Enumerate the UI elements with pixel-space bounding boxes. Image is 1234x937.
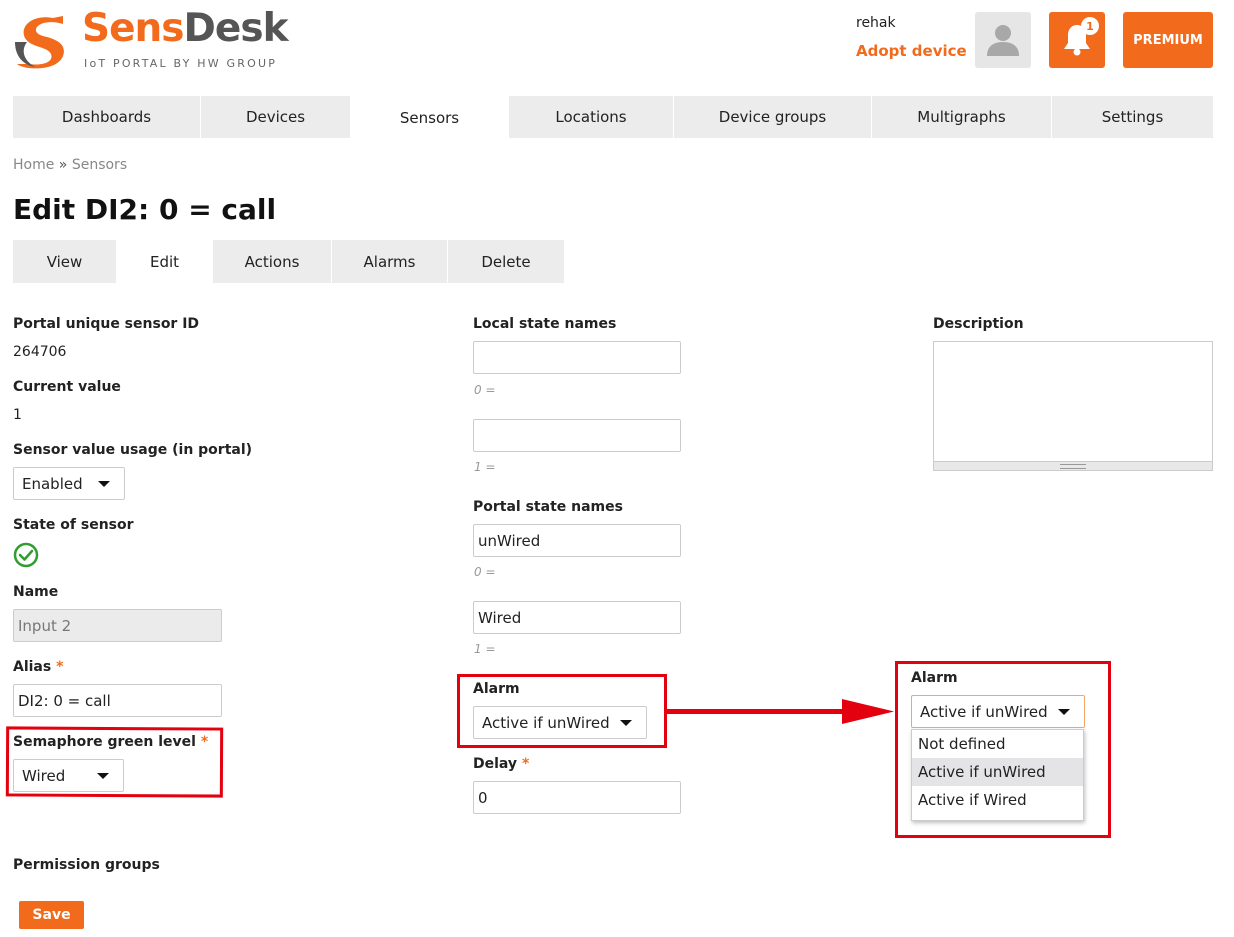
- delay-input[interactable]: 0: [473, 781, 681, 814]
- nav-item-multigraphs[interactable]: Multigraphs: [872, 96, 1052, 138]
- breadcrumb-separator: »: [58, 157, 68, 173]
- alias-input[interactable]: DI2: 0 = call: [13, 684, 222, 717]
- portal-state-1-hint: 1 =: [474, 642, 496, 656]
- main-nav: Dashboards Devices Sensors Locations Dev…: [13, 96, 1213, 138]
- annotation-arrow-icon: [666, 699, 894, 724]
- logo-text-sens: Sens: [82, 6, 185, 51]
- alarm-zoom-label: Alarm: [911, 670, 958, 686]
- local-state-0-hint: 0 =: [474, 383, 496, 397]
- local-state-0-input[interactable]: [473, 341, 681, 374]
- alias-label: Alias *: [13, 659, 63, 675]
- portal-state-0-hint: 0 =: [474, 565, 496, 579]
- name-label: Name: [13, 584, 59, 600]
- check-circle-icon: [13, 542, 39, 572]
- semaphore-select[interactable]: Wired: [13, 759, 124, 792]
- portal-state-0-input[interactable]: unWired: [473, 524, 681, 557]
- nav-item-devices[interactable]: Devices: [201, 96, 351, 138]
- alarm-select[interactable]: Active if unWired: [473, 706, 647, 739]
- breadcrumb-sensors[interactable]: Sensors: [72, 157, 127, 173]
- current-value: 1: [13, 407, 22, 423]
- required-mark: *: [521, 756, 530, 772]
- name-input[interactable]: Input 2: [13, 609, 222, 642]
- required-mark: *: [56, 659, 64, 675]
- alarm-option-active-if-wired[interactable]: Active if Wired: [912, 786, 1083, 814]
- premium-button[interactable]: PREMIUM: [1123, 12, 1213, 68]
- sensor-tabs: View Edit Actions Alarms Delete: [13, 240, 564, 283]
- usage-label: Sensor value usage (in portal): [13, 442, 253, 458]
- description-textarea[interactable]: [933, 341, 1213, 471]
- sensor-id-label: Portal unique sensor ID: [13, 316, 200, 332]
- breadcrumb-home[interactable]: Home: [13, 157, 54, 173]
- description-label: Description: [933, 316, 1024, 332]
- notification-count-badge: 1: [1081, 17, 1099, 35]
- semaphore-label: Semaphore green level *: [13, 734, 208, 750]
- alarm-select-value: Active if unWired: [482, 713, 610, 732]
- alarm-label: Alarm: [473, 681, 520, 697]
- sensor-id-value: 264706: [13, 344, 67, 360]
- portal-state-names-label: Portal state names: [473, 499, 623, 515]
- nav-item-dashboards[interactable]: Dashboards: [13, 96, 201, 138]
- resize-grip-icon[interactable]: [934, 461, 1212, 470]
- current-value-label: Current value: [13, 379, 121, 395]
- user-icon: [987, 25, 1019, 56]
- alarm-option-active-if-unwired[interactable]: Active if unWired: [912, 758, 1083, 786]
- semaphore-label-text: Semaphore green level: [13, 734, 196, 750]
- nav-item-settings[interactable]: Settings: [1052, 96, 1213, 138]
- page-title: Edit DI2: 0 = call: [13, 193, 277, 226]
- chevron-down-icon: [620, 719, 632, 726]
- chevron-down-icon: [97, 772, 109, 779]
- tab-alarms[interactable]: Alarms: [332, 240, 448, 283]
- state-label: State of sensor: [13, 517, 134, 533]
- sensdesk-logo-icon[interactable]: [13, 12, 70, 69]
- alias-label-text: Alias: [13, 659, 52, 675]
- tab-delete[interactable]: Delete: [448, 240, 564, 283]
- nav-item-device-groups[interactable]: Device groups: [674, 96, 872, 138]
- local-state-names-label: Local state names: [473, 316, 617, 332]
- alarm-option-not-defined[interactable]: Not defined: [912, 730, 1083, 758]
- local-state-1-hint: 1 =: [474, 460, 496, 474]
- tab-actions[interactable]: Actions: [213, 240, 332, 283]
- portal-state-1-input[interactable]: Wired: [473, 601, 681, 634]
- logo-text-desk: Desk: [183, 6, 289, 51]
- usage-select[interactable]: Enabled: [13, 467, 125, 500]
- adopt-device-link[interactable]: Adopt device: [856, 42, 967, 60]
- tab-edit[interactable]: Edit: [117, 240, 213, 283]
- alarm-zoom-select-value: Active if unWired: [920, 702, 1048, 721]
- breadcrumb: Home » Sensors: [13, 157, 127, 173]
- save-button[interactable]: Save: [19, 901, 84, 929]
- logo-subtitle: IoT PORTAL BY HW GROUP: [84, 57, 278, 70]
- delay-label: Delay *: [473, 756, 529, 772]
- required-mark: *: [200, 734, 209, 750]
- logo-wordmark: SensDesk: [82, 6, 289, 51]
- chevron-down-icon: [1058, 708, 1070, 715]
- delay-label-text: Delay: [473, 756, 518, 772]
- username: rehak: [856, 15, 896, 31]
- user-avatar-button[interactable]: [975, 12, 1031, 68]
- alarm-zoom-select[interactable]: Active if unWired: [911, 695, 1085, 728]
- usage-select-value: Enabled: [22, 474, 83, 493]
- tab-view[interactable]: View: [13, 240, 117, 283]
- nav-item-sensors[interactable]: Sensors: [351, 96, 509, 138]
- nav-item-locations[interactable]: Locations: [509, 96, 674, 138]
- notifications-button[interactable]: 1: [1049, 12, 1105, 68]
- local-state-1-input[interactable]: [473, 419, 681, 452]
- chevron-down-icon: [98, 480, 110, 487]
- semaphore-select-value: Wired: [22, 766, 66, 785]
- alarm-options-list: Not defined Active if unWired Active if …: [911, 729, 1084, 821]
- permission-groups-label: Permission groups: [13, 857, 160, 873]
